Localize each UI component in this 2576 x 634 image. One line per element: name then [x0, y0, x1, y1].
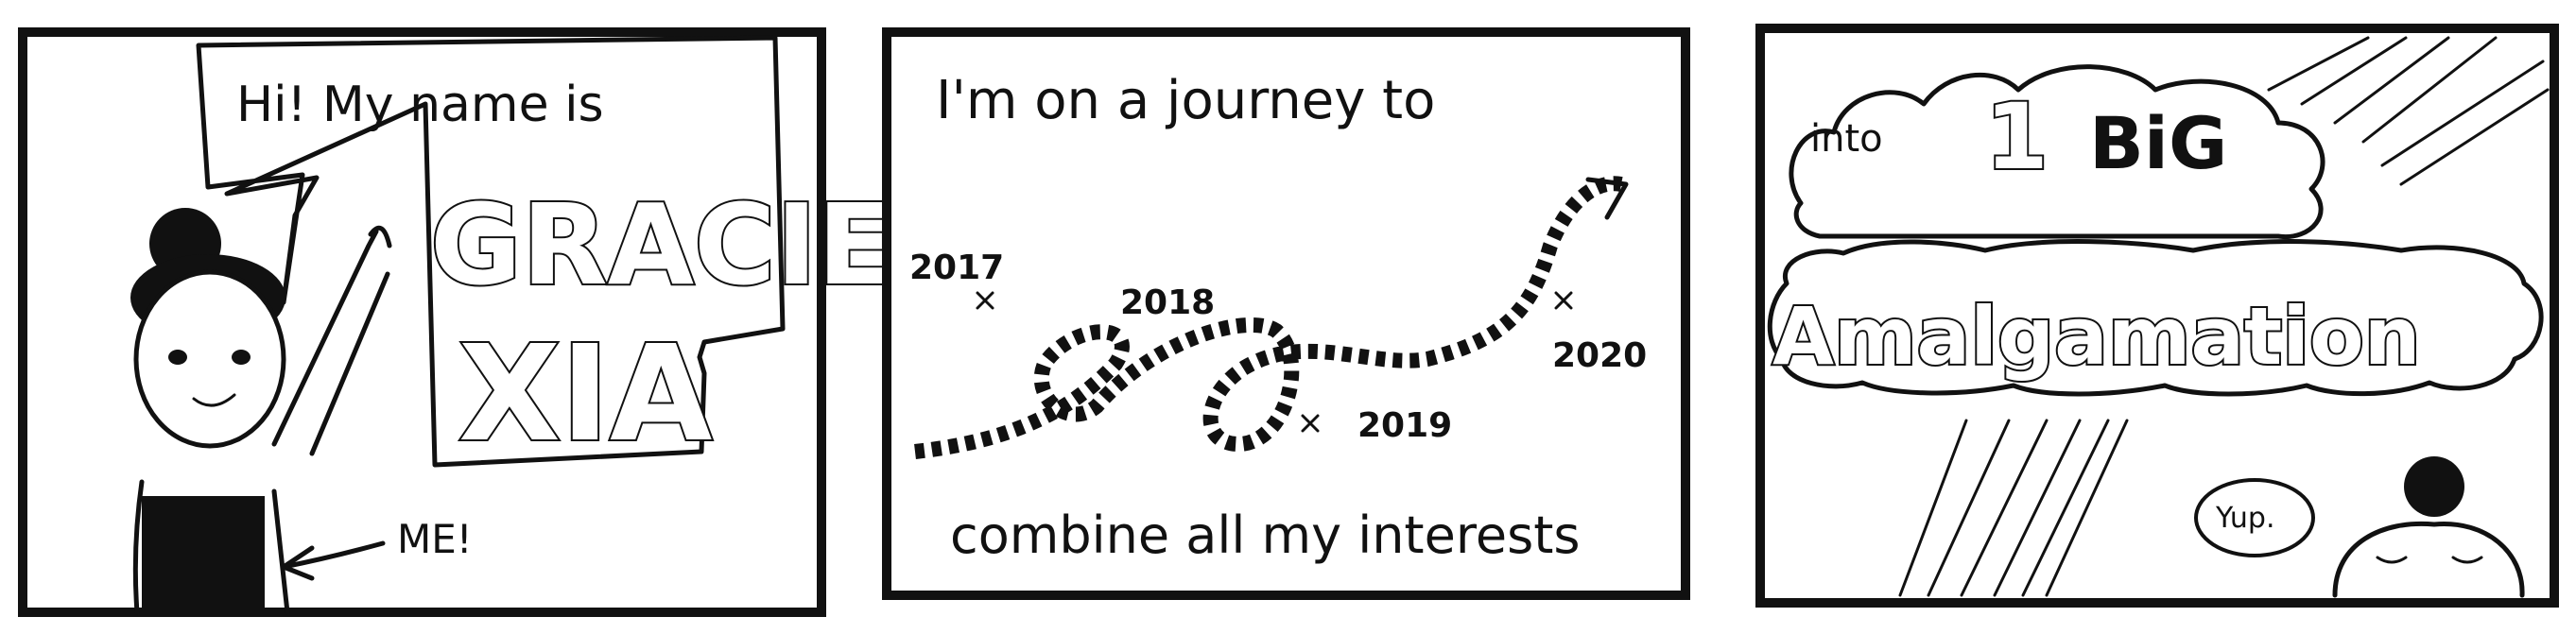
- journey-top-text: I'm on a journey to: [936, 70, 1435, 131]
- year-2018: 2018: [1120, 283, 1215, 322]
- me-label: ME!: [397, 516, 473, 562]
- eye-left-icon: [168, 350, 187, 365]
- comic-strip: Hi! My name is GRACIE XIA ME! I'm on a j…: [18, 24, 2559, 617]
- year-2017: 2017: [909, 248, 1004, 287]
- year-2019: 2019: [1357, 406, 1452, 445]
- top-icon: [142, 496, 265, 609]
- face-icon: [133, 269, 286, 449]
- name-line-2: XIA: [458, 317, 712, 471]
- name-line-1: GRACIE: [430, 180, 893, 310]
- yup-text: Yup.: [2215, 502, 2274, 535]
- big-text: BiG: [2089, 101, 2227, 185]
- panel-1: Hi! My name is GRACIE XIA ME!: [18, 27, 895, 617]
- greeting-text: Hi! My name is: [236, 77, 604, 133]
- panel-2: I'm on a journey to combine all my inter…: [882, 27, 1690, 600]
- journey-bottom-text: combine all my interests: [950, 505, 1581, 565]
- panel-3: into 1 BiG Amalgamation Yup.: [1755, 24, 2559, 608]
- year-2020: 2020: [1552, 336, 1647, 375]
- number-one-text: 1: [1985, 84, 2049, 190]
- peeking-hair-bun-icon: [2404, 456, 2464, 517]
- eye-right-icon: [232, 350, 251, 365]
- amalgamation-text: Amalgamation: [1772, 290, 2421, 383]
- into-text: into: [1810, 117, 1883, 161]
